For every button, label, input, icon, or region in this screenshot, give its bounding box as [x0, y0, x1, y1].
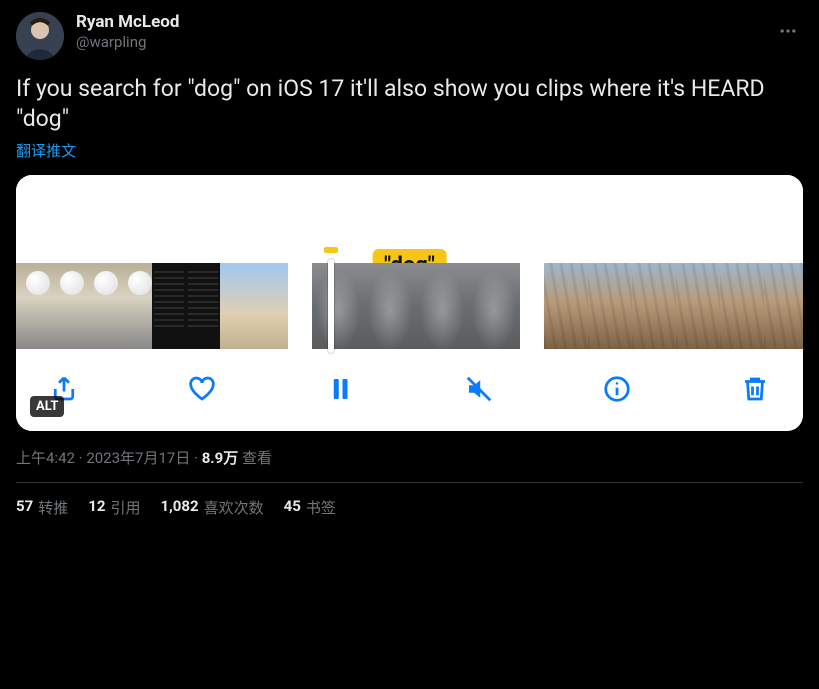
clip-thumbnail — [84, 263, 118, 349]
clip-thumbnail — [468, 263, 520, 349]
clip-group-3 — [544, 263, 803, 349]
tweet-text: If you search for "dog" on iOS 17 it'll … — [16, 74, 803, 134]
clip-group-1 — [16, 263, 288, 349]
clip-thumbnail — [632, 263, 676, 349]
views-count: 8.9万 — [202, 449, 239, 467]
handle[interactable]: @warpling — [76, 33, 179, 52]
speaker-muted-icon — [464, 374, 494, 404]
trash-icon — [740, 374, 770, 404]
timeline-playhead[interactable] — [328, 259, 334, 353]
clip-thumbnail — [588, 263, 632, 349]
retweets-stat[interactable]: 57 转推 — [16, 497, 68, 518]
favorite-button[interactable] — [182, 369, 222, 409]
video-timeline[interactable] — [16, 261, 803, 351]
translate-link[interactable]: 翻译推文 — [16, 140, 803, 161]
avatar-image — [16, 12, 64, 60]
clip-thumbnail — [416, 263, 468, 349]
clip-thumbnail — [16, 263, 50, 349]
clip-thumbnail — [50, 263, 84, 349]
more-options-button[interactable] — [771, 14, 805, 48]
playhead-marker — [324, 247, 338, 253]
clip-thumbnail — [118, 263, 152, 349]
tweet-meta: 上午4:42 · 2023年7月17日 · 8.9万 查看 — [16, 447, 803, 468]
clip-thumbnail — [764, 263, 803, 349]
author-names: Ryan McLeod @warpling — [76, 12, 179, 52]
ellipsis-icon — [778, 21, 798, 41]
quotes-stat[interactable]: 12 引用 — [88, 497, 140, 518]
clip-thumbnail — [720, 263, 764, 349]
likes-stat[interactable]: 1,082 喜欢次数 — [160, 497, 263, 518]
attached-media[interactable]: "dog" — [16, 175, 803, 431]
clip-thumbnail — [254, 263, 288, 349]
clip-thumbnail — [220, 263, 254, 349]
tweet-header: Ryan McLeod @warpling — [16, 12, 803, 60]
heart-icon — [187, 374, 217, 404]
pause-icon — [325, 374, 355, 404]
clip-thumbnail — [676, 263, 720, 349]
alt-text-badge[interactable]: ALT — [30, 396, 64, 417]
clip-thumbnail — [186, 263, 220, 349]
clip-group-2 — [312, 263, 520, 349]
avatar[interactable] — [16, 12, 64, 60]
tweet-date[interactable]: 2023年7月17日 — [86, 449, 190, 467]
divider — [16, 482, 803, 483]
clip-thumbnail — [152, 263, 186, 349]
tweet-time[interactable]: 上午4:42 — [16, 449, 75, 467]
info-button[interactable] — [597, 369, 637, 409]
clip-thumbnail — [312, 263, 364, 349]
info-icon — [602, 374, 632, 404]
tweet-container: Ryan McLeod @warpling If you search for … — [0, 0, 819, 530]
display-name[interactable]: Ryan McLeod — [76, 12, 179, 33]
delete-button[interactable] — [735, 369, 775, 409]
media-control-bar — [16, 351, 803, 431]
engagement-stats: 57 转推 12 引用 1,082 喜欢次数 45 书签 — [16, 497, 803, 518]
pause-button[interactable] — [320, 369, 360, 409]
bookmarks-stat[interactable]: 45 书签 — [284, 497, 336, 518]
mute-button[interactable] — [459, 369, 499, 409]
views-label: 查看 — [242, 449, 272, 467]
clip-thumbnail — [544, 263, 588, 349]
clip-thumbnail — [364, 263, 416, 349]
